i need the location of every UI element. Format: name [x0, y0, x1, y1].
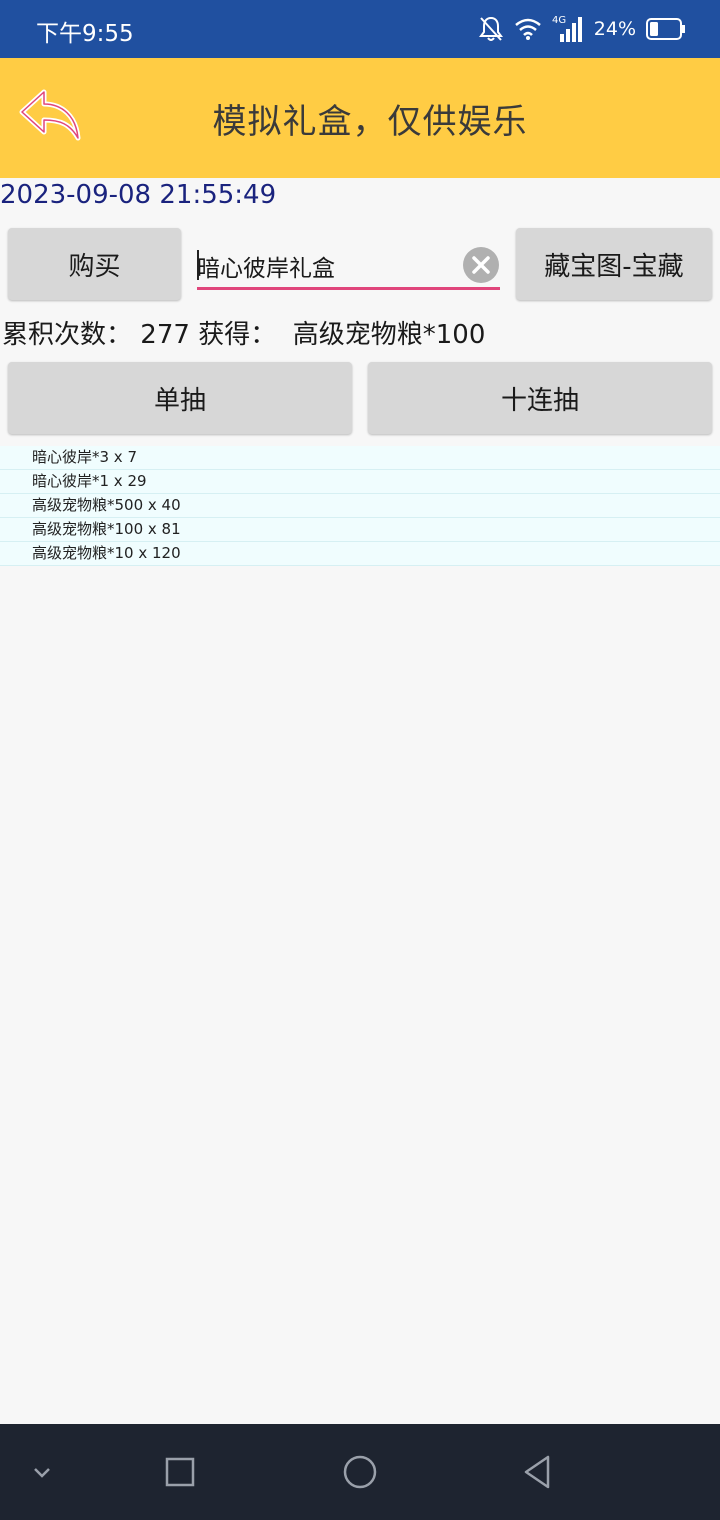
app-header: 模拟礼盒，仅供娱乐 — [0, 58, 720, 178]
status-time: 下午9:55 — [36, 21, 134, 47]
draw-count: 277 — [140, 320, 190, 350]
nav-down-icon[interactable] — [22, 1452, 62, 1492]
list-item[interactable]: 暗心彼岸*3 x 7 — [0, 446, 720, 470]
draw-summary: 累积次数： 277 获得： 高级宠物粮*100 — [2, 314, 485, 351]
network-type: 4G — [552, 15, 566, 26]
wifi-icon — [514, 18, 541, 40]
results-list: 暗心彼岸*3 x 7 暗心彼岸*1 x 29 高级宠物粮*500 x 40 高级… — [0, 446, 720, 566]
gain-label: 获得： — [198, 320, 277, 350]
home-icon[interactable] — [340, 1452, 380, 1492]
battery-percent: 24% — [593, 18, 636, 40]
single-draw-button[interactable]: 单抽 — [8, 362, 352, 434]
clear-icon[interactable] — [462, 246, 500, 284]
gift-box-field[interactable] — [197, 240, 500, 290]
signal-icon: 4G — [552, 15, 582, 42]
mute-bell-icon — [478, 16, 503, 41]
back-arrow-icon[interactable] — [16, 84, 86, 154]
gift-box-input[interactable] — [197, 246, 452, 286]
system-nav-bar — [0, 1424, 720, 1520]
gain-value: 高级宠物粮*100 — [292, 320, 486, 350]
ten-draw-button[interactable]: 十连抽 — [368, 362, 712, 434]
count-label: 累积次数： — [2, 320, 133, 350]
timestamp: 2023-09-08 21:55:49 — [0, 180, 277, 210]
status-bar: 下午9:55 4G 24% — [0, 0, 720, 58]
battery-icon — [646, 18, 685, 40]
list-item[interactable]: 高级宠物粮*100 x 81 — [0, 518, 720, 542]
recents-icon[interactable] — [160, 1452, 200, 1492]
back-triangle-icon[interactable] — [518, 1452, 558, 1492]
treasure-map-button[interactable]: 藏宝图-宝藏 — [516, 228, 712, 300]
list-item[interactable]: 高级宠物粮*500 x 40 — [0, 494, 720, 518]
page-title: 模拟礼盒，仅供娱乐 — [212, 101, 528, 142]
list-item[interactable]: 暗心彼岸*1 x 29 — [0, 470, 720, 494]
status-icons: 4G 24% — [478, 12, 686, 46]
buy-button[interactable]: 购买 — [8, 228, 181, 300]
list-item[interactable]: 高级宠物粮*10 x 120 — [0, 542, 720, 566]
